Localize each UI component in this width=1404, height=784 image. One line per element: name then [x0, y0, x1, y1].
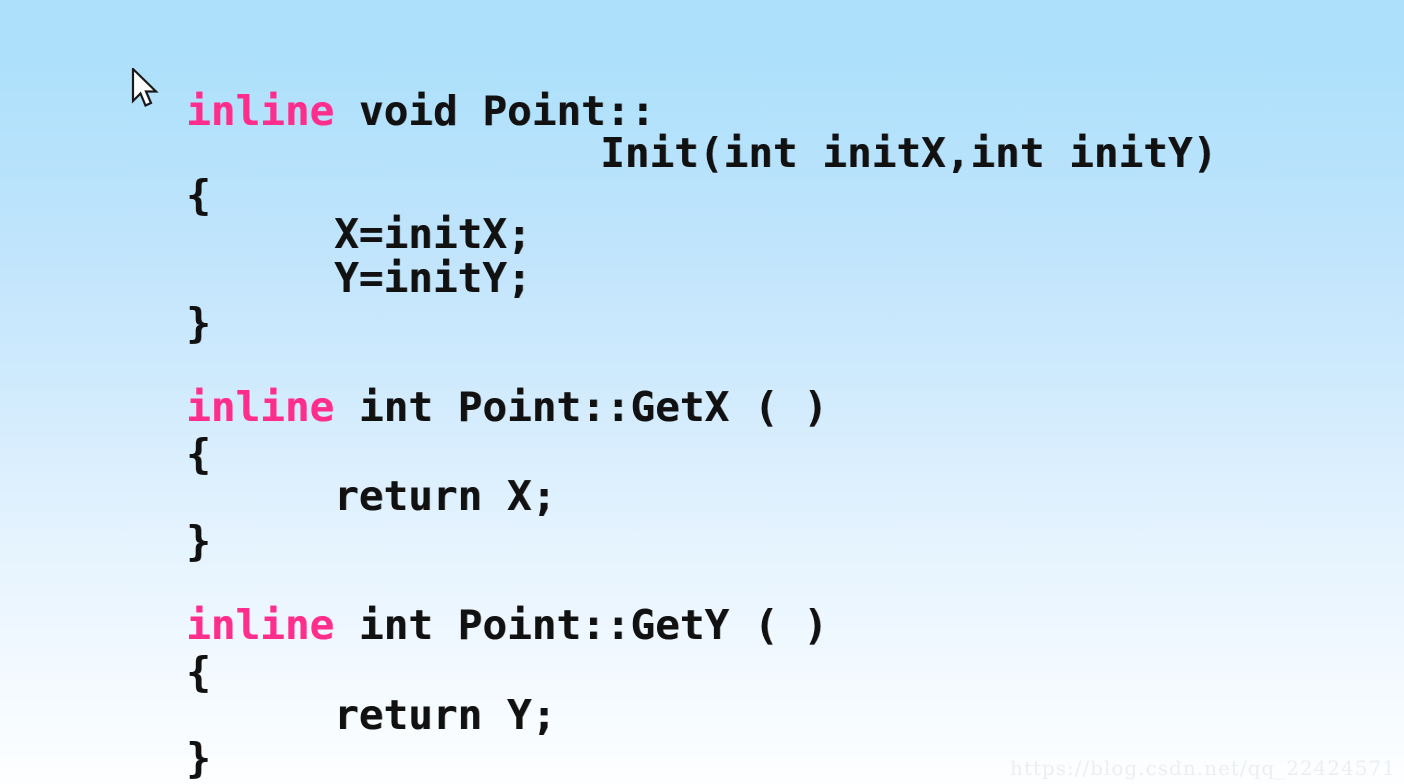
code-line-text: }: [186, 734, 211, 782]
watermark-url: https://blog.csdn.net/qq_22424571: [1009, 756, 1396, 780]
slide-canvas: inline void Point:: Init(int initX,int i…: [0, 0, 1404, 784]
